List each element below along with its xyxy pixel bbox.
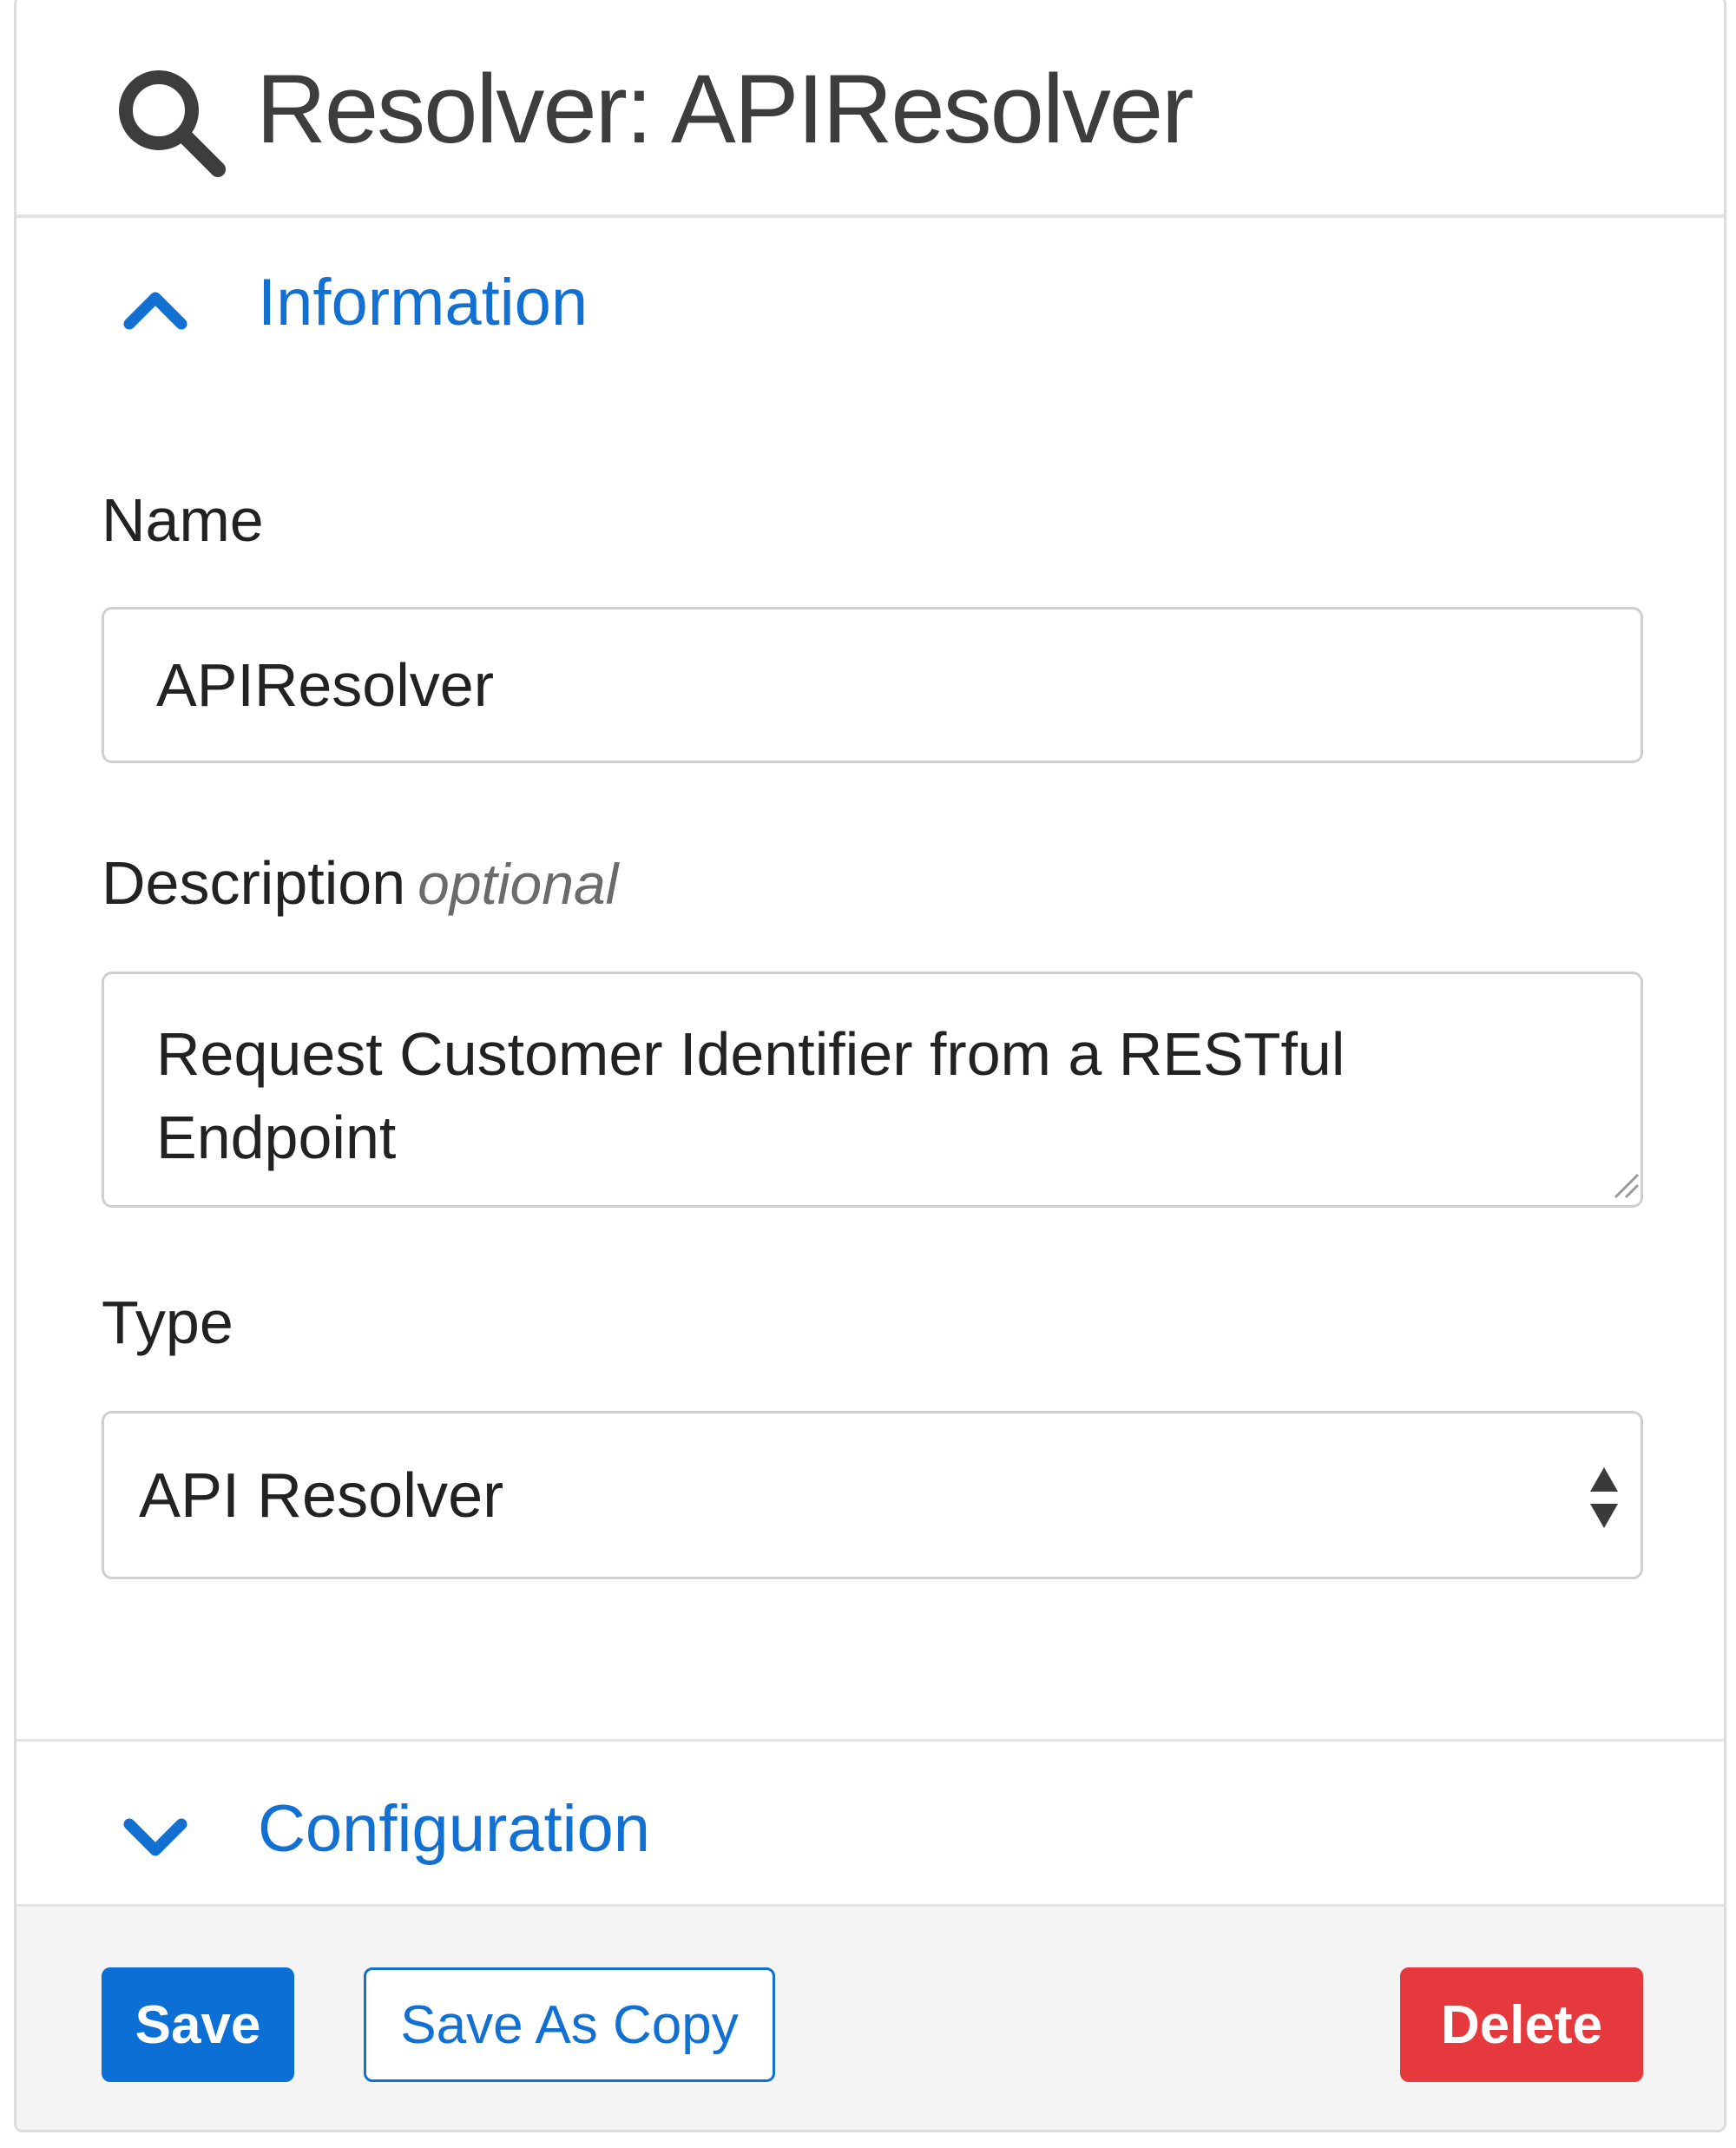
- type-label: Type: [102, 1288, 233, 1357]
- description-label-text: Description: [102, 849, 406, 917]
- type-select[interactable]: API Resolver: [102, 1411, 1643, 1579]
- resize-handle-icon[interactable]: [1612, 1171, 1640, 1199]
- name-label: Name: [102, 485, 264, 555]
- configuration-section-toggle[interactable]: Configuration: [16, 1744, 1724, 1908]
- panel-footer: Save Save As Copy Delete: [16, 1904, 1724, 2130]
- information-section-toggle[interactable]: Information: [16, 230, 1724, 386]
- optional-label: optional: [418, 852, 619, 916]
- section-divider: [16, 1739, 1724, 1742]
- select-arrows-icon: [1590, 1467, 1618, 1528]
- resolver-panel: Resolver: APIResolver Information Name D…: [14, 0, 1726, 2132]
- panel-header: Resolver: APIResolver: [16, 0, 1724, 218]
- search-icon: [119, 70, 226, 177]
- delete-button[interactable]: Delete: [1400, 1967, 1643, 2082]
- type-select-value: API Resolver: [139, 1461, 504, 1531]
- chevron-down-icon: [123, 1818, 187, 1856]
- save-button[interactable]: Save: [102, 1967, 294, 2082]
- page-title: Resolver: APIResolver: [256, 55, 1194, 163]
- description-label: Description optional: [102, 848, 618, 918]
- type-label-text: Type: [102, 1288, 233, 1356]
- chevron-up-icon: [123, 292, 187, 330]
- description-textarea[interactable]: Request Customer Identifier from a RESTf…: [102, 972, 1643, 1208]
- configuration-section-label: Configuration: [258, 1792, 651, 1866]
- information-section-label: Information: [258, 266, 589, 339]
- save-as-copy-button[interactable]: Save As Copy: [364, 1967, 775, 2082]
- name-label-text: Name: [102, 486, 264, 554]
- name-input[interactable]: [102, 607, 1643, 763]
